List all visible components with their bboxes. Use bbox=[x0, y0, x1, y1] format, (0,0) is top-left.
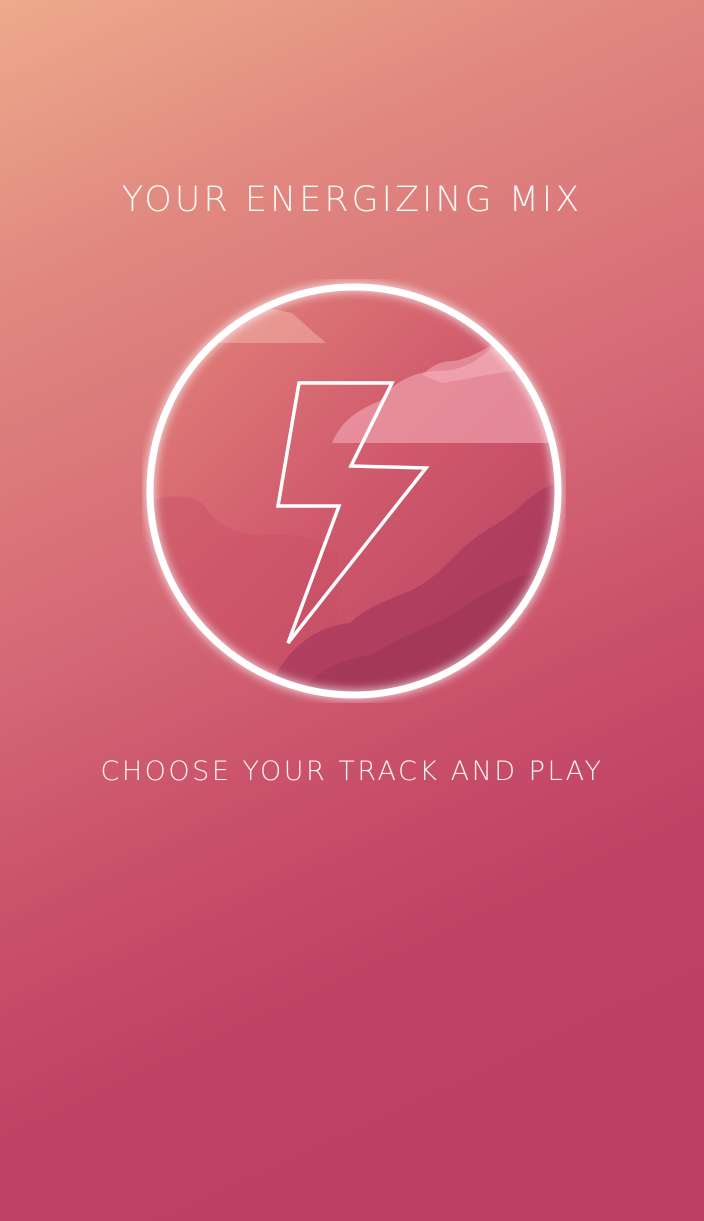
page-subtitle: CHOOSE YOUR TRACK AND PLAY bbox=[100, 756, 604, 787]
energy-play-badge[interactable] bbox=[142, 279, 566, 703]
page-title: YOUR ENERGIZING MIX bbox=[121, 180, 583, 220]
energy-mix-screen: YOUR ENERGIZING MIX CHOOSE YOUR TRACK AN… bbox=[0, 0, 704, 1221]
